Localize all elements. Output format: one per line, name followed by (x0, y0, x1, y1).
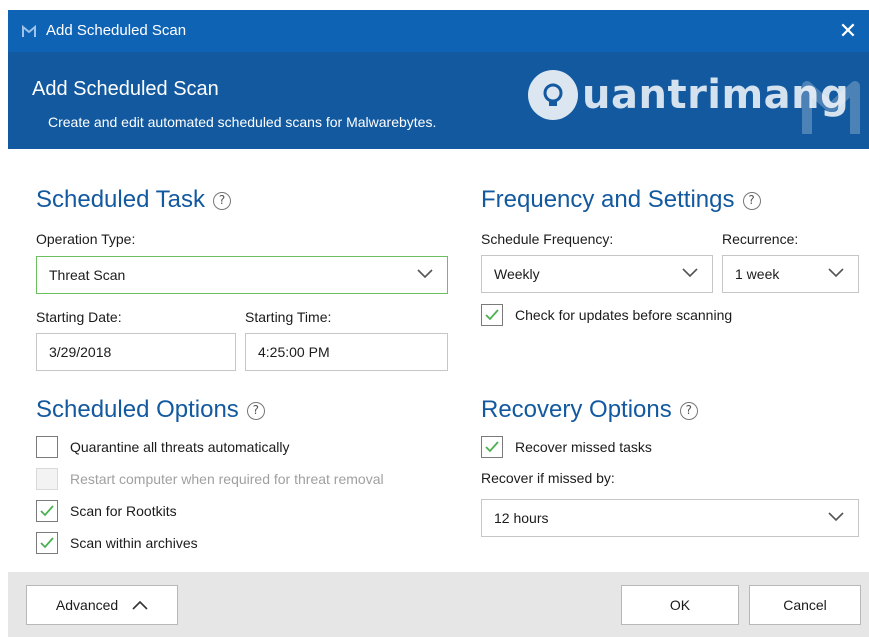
checkbox-box[interactable] (36, 532, 58, 554)
starting-time-label: Starting Time: (245, 309, 332, 325)
advanced-label: Advanced (55, 597, 119, 613)
quarantine-checkbox[interactable]: Quarantine all threats automatically (36, 435, 289, 459)
quarantine-label: Quarantine all threats automatically (70, 439, 290, 455)
checkbox-box[interactable] (481, 304, 503, 326)
schedule-frequency-label: Schedule Frequency: (481, 231, 614, 247)
recover-missed-label: Recover missed tasks (515, 439, 652, 455)
recovery-options-title: Recovery Options (481, 396, 672, 423)
help-icon[interactable]: ? (679, 402, 698, 420)
header-subtitle: Create and edit automated scheduled scan… (48, 114, 437, 130)
checkbox-box[interactable] (481, 436, 503, 458)
dialog-header: Add Scheduled Scan Create and edit autom… (8, 52, 869, 149)
dialog-footer: Advanced OK Cancel (8, 572, 869, 637)
recover-if-missed-value: 12 hours (494, 510, 549, 526)
starting-time-value: 4:25:00 PM (258, 344, 330, 360)
schedule-frequency-select[interactable]: Weekly (481, 255, 713, 293)
checkmark-icon (40, 505, 54, 517)
cancel-button[interactable]: Cancel (749, 585, 861, 625)
scheduled-task-title: Scheduled Task (36, 186, 206, 213)
scan-rootkits-label: Scan for Rootkits (70, 503, 177, 519)
chevron-down-icon (828, 268, 844, 278)
malwarebytes-logo-icon (802, 81, 860, 134)
scan-archives-checkbox[interactable]: Scan within archives (36, 531, 198, 555)
restart-checkbox: Restart computer when required for threa… (36, 467, 384, 491)
scan-archives-label: Scan within archives (70, 535, 198, 551)
recover-if-missed-label: Recover if missed by: (481, 470, 615, 486)
lightbulb-icon (528, 70, 578, 120)
ok-button[interactable]: OK (621, 585, 739, 625)
checkmark-icon (485, 309, 499, 321)
frequency-heading: Frequency and Settings? (481, 186, 761, 214)
title-bar: Add Scheduled Scan ✕ (8, 10, 869, 52)
scheduled-options-title: Scheduled Options (36, 396, 239, 423)
help-icon[interactable]: ? (246, 402, 265, 420)
checkmark-icon (40, 537, 54, 549)
help-icon[interactable]: ? (213, 192, 232, 210)
starting-time-input[interactable]: 4:25:00 PM (245, 333, 448, 371)
operation-type-value: Threat Scan (49, 267, 126, 283)
scheduled-task-heading: Scheduled Task? (36, 186, 232, 214)
chevron-down-icon (417, 269, 433, 279)
chevron-down-icon (828, 512, 844, 522)
window-title: Add Scheduled Scan (46, 22, 187, 39)
recurrence-label: Recurrence: (722, 231, 799, 247)
check-updates-checkbox[interactable]: Check for updates before scanning (481, 303, 732, 327)
malwarebytes-app-icon (22, 24, 36, 37)
help-icon[interactable]: ? (742, 192, 761, 210)
close-icon[interactable]: ✕ (833, 16, 863, 46)
checkbox-box[interactable] (36, 436, 58, 458)
starting-date-input[interactable]: 3/29/2018 (36, 333, 236, 371)
starting-date-value: 3/29/2018 (49, 344, 112, 360)
recover-missed-checkbox[interactable]: Recover missed tasks (481, 435, 652, 459)
starting-date-label: Starting Date: (36, 309, 122, 325)
scan-rootkits-checkbox[interactable]: Scan for Rootkits (36, 499, 177, 523)
checkmark-icon (485, 441, 499, 453)
chevron-down-icon (682, 268, 698, 278)
checkbox-box (36, 468, 58, 490)
scheduled-options-heading: Scheduled Options? (36, 396, 265, 424)
recover-if-missed-select[interactable]: 12 hours (481, 499, 859, 537)
checkbox-box[interactable] (36, 500, 58, 522)
frequency-title: Frequency and Settings (481, 186, 735, 213)
check-updates-label: Check for updates before scanning (515, 307, 733, 323)
restart-label: Restart computer when required for threa… (70, 471, 384, 487)
operation-type-label: Operation Type: (36, 231, 136, 247)
recovery-options-heading: Recovery Options? (481, 396, 698, 424)
header-title: Add Scheduled Scan (32, 78, 219, 100)
recurrence-select[interactable]: 1 week (722, 255, 859, 293)
chevron-up-icon (132, 600, 148, 610)
recurrence-value: 1 week (735, 266, 780, 282)
operation-type-select[interactable]: Threat Scan (36, 256, 448, 294)
advanced-button[interactable]: Advanced (26, 585, 178, 625)
schedule-frequency-value: Weekly (494, 266, 540, 282)
